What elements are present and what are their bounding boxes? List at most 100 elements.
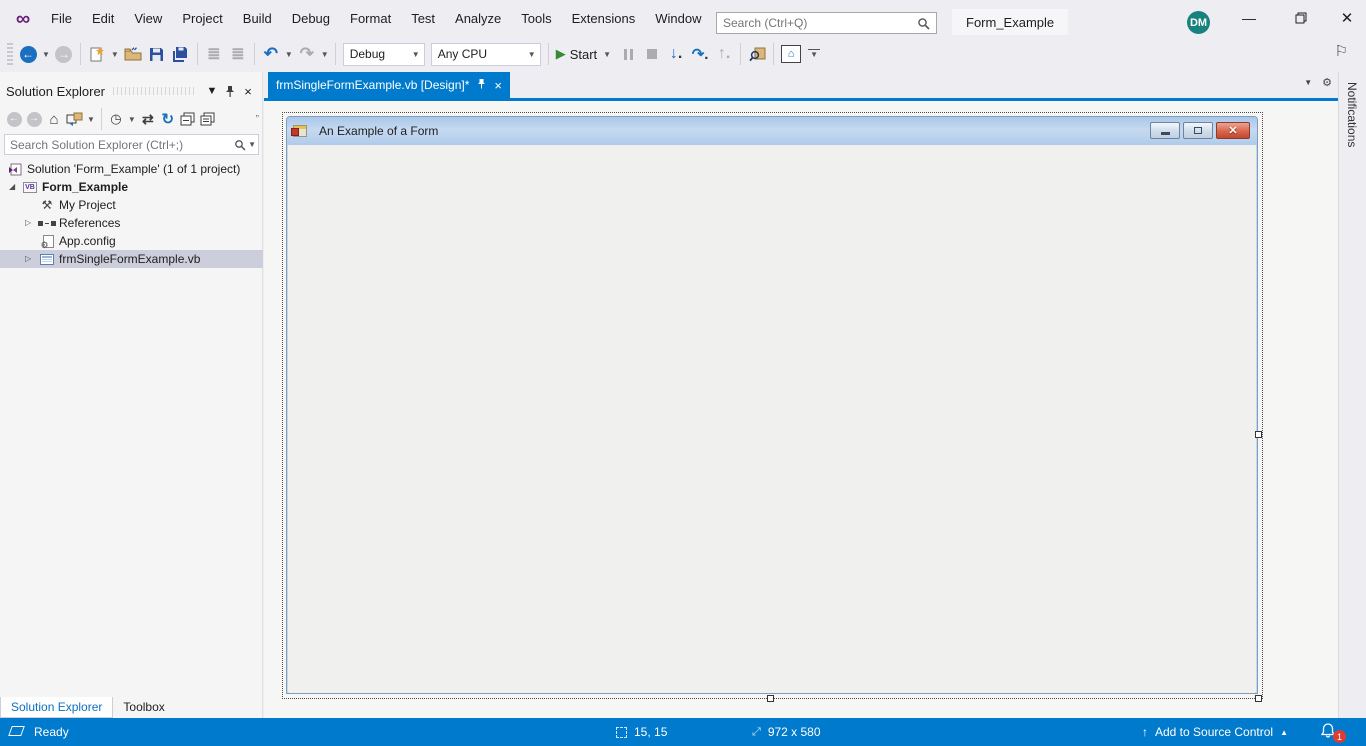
add-to-source-control-button[interactable]: ↑ Add to Source Control ▲ <box>1142 725 1288 739</box>
designed-form[interactable]: An Example of a Form ✕ <box>286 116 1258 694</box>
step-out-button[interactable]: ↑. <box>712 41 736 67</box>
solution-explorer-search-input[interactable] <box>5 138 234 152</box>
se-forward-button[interactable]: → <box>24 108 44 130</box>
tree-row-form-file[interactable]: ▷ frmSingleFormExample.vb <box>0 250 263 268</box>
toolbar-grip[interactable] <box>7 43 13 65</box>
menu-test[interactable]: Test <box>402 7 444 30</box>
switch-views-caret[interactable]: ▼ <box>85 115 97 124</box>
toolbar-overflow-caret[interactable]: ▼ <box>808 49 820 59</box>
collapsed-arrow-icon[interactable]: ▷ <box>25 254 31 263</box>
decrease-indent-button[interactable]: ≣ <box>202 41 226 67</box>
tree-row-app-config[interactable]: App.config <box>0 232 263 250</box>
start-debugging-button[interactable]: ▶ Start ▼ <box>553 41 616 67</box>
save-button[interactable] <box>145 41 169 67</box>
solution-configuration-combobox[interactable]: Debug ▼ <box>343 43 425 66</box>
menu-window[interactable]: Window <box>646 7 710 30</box>
solution-explorer-toolbar: ← → ⌂ ▼ ◷ ▼ ⇄ ↻ ” <box>0 106 263 132</box>
se-back-button[interactable]: ← <box>4 108 24 130</box>
increase-indent-button[interactable]: ≣ <box>226 41 250 67</box>
forms-designer-surface[interactable]: An Example of a Form ✕ <box>264 101 1338 718</box>
undo-button[interactable]: ↶ <box>259 41 283 67</box>
menu-project[interactable]: Project <box>173 7 231 30</box>
menu-tools[interactable]: Tools <box>512 7 560 30</box>
quick-search-input[interactable] <box>717 16 917 30</box>
switch-views-button[interactable] <box>64 108 85 130</box>
menu-analyze[interactable]: Analyze <box>446 7 510 30</box>
tab-close-icon[interactable]: × <box>494 78 502 93</box>
sync-with-active-document-button[interactable]: ⇄ <box>138 108 158 130</box>
find-in-files-button[interactable] <box>745 41 769 67</box>
form-close-button[interactable]: ✕ <box>1216 122 1250 139</box>
tab-solution-explorer[interactable]: Solution Explorer <box>0 697 113 718</box>
pin-icon[interactable] <box>221 82 239 100</box>
navigate-forward-button[interactable]: → <box>52 41 76 67</box>
start-label: Start <box>566 47 601 62</box>
solution-platform-combobox[interactable]: Any CPU ▼ <box>431 43 541 66</box>
tree-row-references[interactable]: ▷ References <box>0 214 263 232</box>
solution-explorer-search-box[interactable]: ▼ <box>4 134 259 155</box>
tree-row-label: References <box>59 216 120 230</box>
stop-button[interactable] <box>640 41 664 67</box>
gear-icon[interactable]: ⚙ <box>1322 76 1332 89</box>
panel-drag-texture[interactable] <box>113 87 195 95</box>
tree-row-my-project[interactable]: ⚒ My Project <box>0 196 263 214</box>
undo-dropdown-caret[interactable]: ▼ <box>283 50 295 59</box>
panel-close-icon[interactable]: × <box>239 82 257 100</box>
send-feedback-icon[interactable]: ⚐ <box>1335 42 1348 60</box>
search-options-caret[interactable]: ▼ <box>246 140 258 149</box>
se-home-button[interactable]: ⌂ <box>44 108 64 130</box>
solution-explorer-header[interactable]: Solution Explorer ▼ × <box>0 80 263 102</box>
window-close-button[interactable]: ✕ <box>1330 6 1364 30</box>
save-all-button[interactable] <box>169 41 193 67</box>
resize-handle-bottom-right[interactable] <box>1255 695 1262 702</box>
menu-debug[interactable]: Debug <box>283 7 339 30</box>
redo-button[interactable]: ↷ <box>295 41 319 67</box>
tree-row-solution[interactable]: Solution 'Form_Example' (1 of 1 project) <box>0 160 263 178</box>
notifications-tab[interactable]: Notifications <box>1345 82 1359 147</box>
form-maximize-button[interactable] <box>1183 122 1213 139</box>
panel-options-caret[interactable]: ▼ <box>203 82 221 100</box>
new-file-dropdown-caret[interactable]: ▼ <box>109 50 121 59</box>
pending-changes-filter-button[interactable]: ◷ <box>106 108 126 130</box>
step-over-button[interactable]: ↷. <box>688 41 712 67</box>
step-into-button[interactable]: ↓. <box>664 41 688 67</box>
back-dropdown-caret[interactable]: ▼ <box>40 50 52 59</box>
refresh-button[interactable]: ↻ <box>158 108 178 130</box>
quick-search-box[interactable] <box>716 12 937 34</box>
menu-edit[interactable]: Edit <box>83 7 123 30</box>
menu-format[interactable]: Format <box>341 7 400 30</box>
collapsed-arrow-icon[interactable]: ▷ <box>25 218 31 227</box>
resize-handle-right[interactable] <box>1255 431 1262 438</box>
filter-caret[interactable]: ▼ <box>126 115 138 124</box>
window-restore-button[interactable] <box>1284 6 1318 30</box>
tree-row-project[interactable]: ◢ VB Form_Example <box>0 178 263 196</box>
navigate-back-button[interactable]: ← <box>16 41 40 67</box>
pause-button[interactable] <box>616 41 640 67</box>
collapse-all-button[interactable] <box>178 108 198 130</box>
tab-frm-single-form-example[interactable]: frmSingleFormExample.vb [Design]* × <box>268 72 510 98</box>
undo-icon: ↶ <box>264 44 278 64</box>
new-file-button[interactable] <box>85 41 109 67</box>
menu-view[interactable]: View <box>125 7 171 30</box>
window-minimize-button[interactable]: — <box>1232 6 1266 30</box>
open-folder-icon <box>124 47 142 61</box>
document-list-caret[interactable]: ▼ <box>1304 78 1312 87</box>
form-minimize-button[interactable] <box>1150 122 1180 139</box>
menu-build[interactable]: Build <box>234 7 281 30</box>
tab-pin-icon[interactable] <box>477 78 486 92</box>
source-control-label: Add to Source Control <box>1155 725 1273 739</box>
tab-toolbox[interactable]: Toolbox <box>113 697 174 718</box>
designed-form-title-bar[interactable]: An Example of a Form <box>287 117 1257 145</box>
open-file-button[interactable] <box>121 41 145 67</box>
menu-extensions[interactable]: Extensions <box>563 7 645 30</box>
designed-form-client-area[interactable] <box>289 145 1255 693</box>
se-toolbar-overflow[interactable]: ” <box>256 114 259 125</box>
user-avatar[interactable]: DM <box>1187 11 1210 34</box>
resize-handle-bottom[interactable] <box>767 695 774 702</box>
menu-file[interactable]: File <box>42 7 81 30</box>
solution-explorer-home-button[interactable]: ⌂ <box>778 41 804 67</box>
menu-bar: File Edit View Project Build Debug Forma… <box>42 0 757 36</box>
preview-selected-items-button[interactable] <box>198 108 218 130</box>
redo-dropdown-caret[interactable]: ▼ <box>319 50 331 59</box>
expanded-arrow-icon[interactable]: ◢ <box>9 182 15 191</box>
